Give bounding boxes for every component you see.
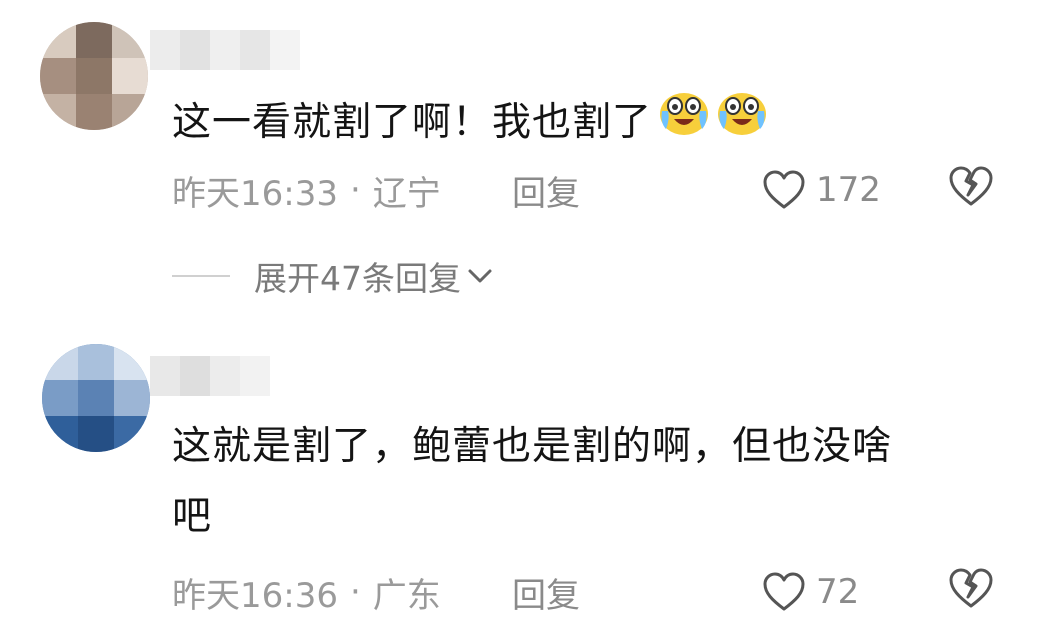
comment-text-line-1: 这就是割了，鲍蕾也是割的啊，但也没啥: [172, 424, 893, 469]
comment-text: 这就是割了，鲍蕾也是割的啊，但也没啥 吧: [172, 412, 992, 552]
like-count: 172: [816, 170, 881, 210]
meta-separator: ·: [349, 170, 361, 210]
avatar[interactable]: [42, 344, 150, 452]
username-blurred[interactable]: [150, 30, 300, 70]
comment-text-line-2: 吧: [172, 494, 213, 539]
expand-replies-button[interactable]: 展开47条回复: [172, 252, 493, 300]
comment-item: 这就是割了，鲍蕾也是割的啊，但也没啥 吧 昨天16:36 · 广东 回复 72: [0, 320, 1049, 616]
laugh-cry-emoji-icon: [716, 89, 768, 160]
comment-time: 昨天16:36: [172, 575, 338, 616]
divider: [172, 275, 230, 277]
broken-heart-icon: [949, 568, 993, 607]
chevron-down-icon: [468, 269, 492, 283]
heart-outline-icon: [763, 572, 805, 611]
expand-replies-label: 展开47条回复: [254, 259, 461, 298]
like-button[interactable]: 72: [762, 572, 859, 612]
broken-heart-icon: [949, 166, 993, 205]
comment-item: 这一看就割了啊！我也割了 昨天16:33 · 辽宁 回复 172 展开47条回复: [0, 0, 1049, 320]
reply-button[interactable]: 回复: [512, 568, 580, 617]
like-button[interactable]: 172: [762, 170, 881, 210]
reply-button[interactable]: 回复: [512, 166, 580, 215]
comment-time: 昨天16:33: [172, 173, 338, 214]
meta-separator: ·: [349, 572, 361, 612]
avatar[interactable]: [40, 22, 148, 130]
like-count: 72: [816, 572, 860, 612]
comment-text-content: 这一看就割了啊！我也割了: [172, 100, 653, 145]
comment-meta: 昨天16:36 · 广东 回复 72: [172, 568, 1012, 616]
dislike-button[interactable]: [948, 567, 994, 618]
comment-location: 广东: [372, 575, 441, 616]
comment-location: 辽宁: [372, 173, 441, 214]
username-blurred[interactable]: [150, 356, 270, 396]
comment-meta: 昨天16:33 · 辽宁 回复 172: [172, 166, 1012, 214]
laugh-cry-emoji-icon: [658, 89, 710, 160]
heart-outline-icon: [763, 170, 805, 209]
comment-text: 这一看就割了啊！我也割了: [172, 88, 992, 160]
dislike-button[interactable]: [948, 165, 994, 216]
